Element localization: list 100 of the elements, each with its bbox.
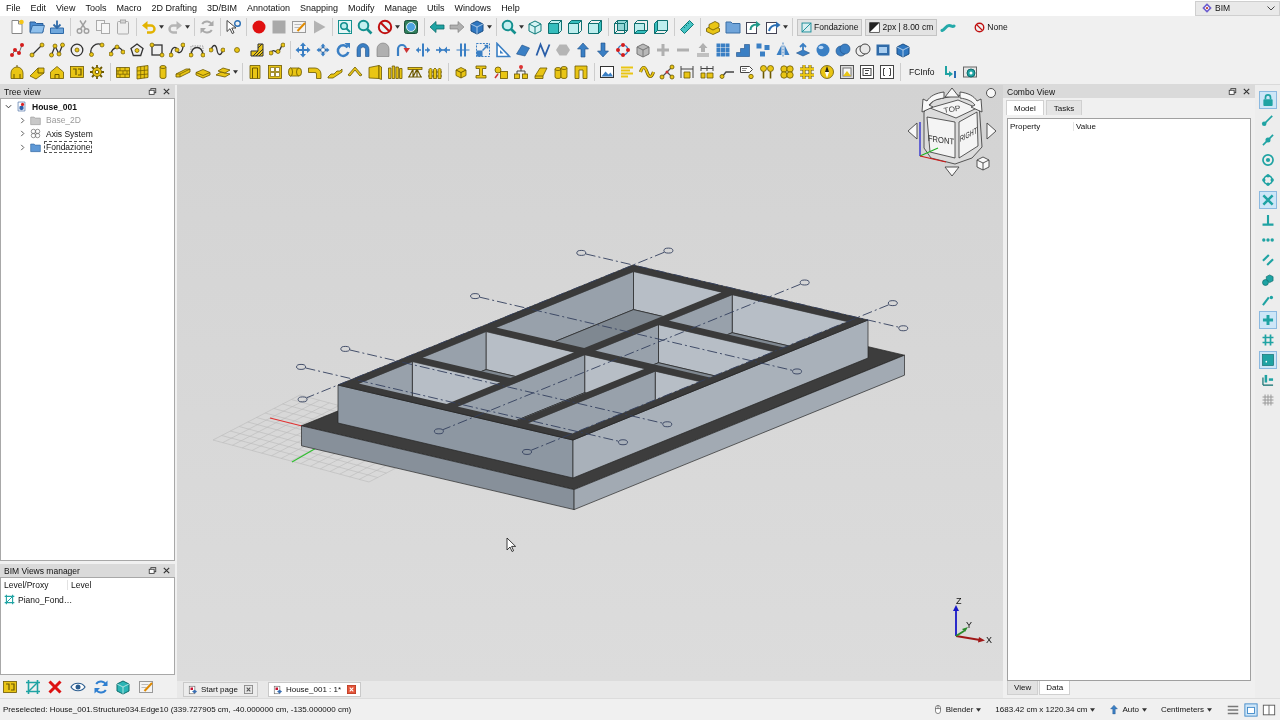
extrude-arrow-icon[interactable]	[795, 41, 811, 58]
tile-grid-icon[interactable]	[715, 41, 731, 58]
hatch-corner-icon[interactable]	[249, 41, 265, 58]
tree-item[interactable]: Axis System	[44, 127, 95, 140]
rotate-arrow-icon[interactable]	[335, 41, 351, 58]
tree-item[interactable]: Fondazione	[44, 141, 93, 154]
list-item[interactable]: Piano_Fond…	[18, 594, 73, 605]
cube-top-face-icon[interactable]	[567, 19, 583, 36]
overlapping-circles-icon[interactable]	[855, 41, 871, 58]
view-size-button[interactable]: 1683.42 cm x 1220.34 cm	[995, 705, 1096, 714]
circle-icon[interactable]	[69, 41, 85, 58]
menu-item[interactable]: Snapping	[295, 1, 344, 15]
node-points-icon[interactable]	[9, 41, 25, 58]
menu-item[interactable]: Utils	[422, 1, 450, 15]
close-icon[interactable]	[243, 685, 253, 694]
clustered-circles-icon[interactable]	[779, 64, 795, 81]
overlapping-spheres-icon[interactable]	[835, 41, 851, 58]
chevron-right-icon[interactable]	[19, 143, 26, 151]
cube-front-face-icon[interactable]	[547, 19, 563, 36]
sphere-icon[interactable]	[815, 41, 831, 58]
caret-icon[interactable]	[487, 25, 492, 30]
menu-item[interactable]: File	[1, 1, 26, 15]
zoom-box-icon[interactable]	[337, 19, 353, 36]
column-header[interactable]: Level	[68, 580, 134, 590]
rotate-left-icon[interactable]	[921, 91, 945, 113]
compass-icon[interactable]	[819, 64, 835, 81]
pointer-arrow-icon[interactable]	[225, 19, 241, 36]
panel-frame-icon[interactable]	[367, 64, 383, 81]
i-beam-icon[interactable]	[473, 64, 489, 81]
move-arrows-icon[interactable]	[295, 41, 311, 58]
vertical-bars-icon[interactable]	[387, 64, 403, 81]
workbench-dropdown[interactable]: BIM	[1195, 0, 1280, 16]
double-bar-icon[interactable]	[455, 41, 471, 58]
chevron-right-icon[interactable]	[19, 130, 26, 138]
cylinders-icon[interactable]	[553, 64, 569, 81]
gear-screen-icon[interactable]	[961, 64, 978, 81]
working-plane-button[interactable]: Fondazione	[797, 18, 863, 36]
menu-item[interactable]: Help	[496, 1, 525, 15]
close-icon[interactable]	[1242, 87, 1251, 96]
arc-icon[interactable]	[89, 41, 105, 58]
circular-array-icon[interactable]	[615, 41, 631, 58]
scissors-icon[interactable]	[75, 19, 91, 36]
menu-item[interactable]: 3D/BIM	[201, 1, 242, 15]
menu-item[interactable]: View	[51, 1, 81, 15]
circle-square-icon[interactable]	[493, 64, 509, 81]
menu-item[interactable]: Edit	[25, 1, 52, 15]
chevron-down-icon[interactable]	[5, 103, 12, 111]
clipboard-icon[interactable]	[115, 19, 131, 36]
window-icon[interactable]	[267, 64, 283, 81]
magnifier-icon[interactable]	[357, 19, 373, 36]
column-header[interactable]: Level/Proxy	[1, 580, 68, 590]
bordered-block-icon[interactable]	[859, 64, 875, 81]
square-icon[interactable]	[1258, 351, 1277, 369]
house-icon[interactable]	[49, 64, 65, 81]
menu-item[interactable]: 2D Drafting	[146, 1, 202, 15]
hatched-frame-icon[interactable]	[24, 679, 41, 695]
arch-icon[interactable]	[355, 41, 371, 58]
navigation-style-button[interactable]: Blender	[932, 704, 982, 715]
tree-item[interactable]: House_001	[30, 100, 79, 113]
unit-system-button[interactable]: Centimeters	[1160, 705, 1212, 714]
move-copy-icon[interactable]	[315, 41, 331, 58]
panel-tab[interactable]: Tasks	[1045, 100, 1083, 115]
ruler-icon[interactable]	[679, 19, 695, 36]
open-folder-icon[interactable]	[29, 19, 45, 36]
arrow-up-icon[interactable]	[944, 87, 960, 98]
bracket-frame-icon[interactable]	[69, 64, 85, 81]
float-window-icon[interactable]	[148, 87, 157, 96]
caret-icon[interactable]	[233, 70, 238, 75]
spline-points-icon[interactable]	[269, 41, 285, 58]
pencil-page-icon[interactable]	[138, 679, 155, 695]
box-icon[interactable]	[635, 41, 651, 58]
mirror-triangles-icon[interactable]	[775, 41, 791, 58]
circle-icon[interactable]	[986, 88, 996, 98]
plus-icon[interactable]	[1258, 311, 1277, 329]
menu-item[interactable]: Annotation	[241, 1, 295, 15]
scale-box-icon[interactable]	[475, 41, 491, 58]
wave-icon[interactable]	[639, 64, 655, 81]
ramp-icon[interactable]	[29, 64, 45, 81]
door-icon[interactable]	[247, 64, 263, 81]
export-page-icon[interactable]	[765, 19, 781, 36]
column-header[interactable]: Value	[1074, 121, 1139, 131]
bracket-frame-icon[interactable]	[2, 679, 18, 695]
cube-right-face-icon[interactable]	[587, 19, 603, 36]
refresh-icon[interactable]	[92, 679, 109, 695]
x-cross-icon[interactable]	[1258, 191, 1277, 209]
float-window-icon[interactable]	[148, 566, 157, 575]
panel-tab[interactable]: Data	[1039, 681, 1071, 695]
split-pane-icon[interactable]	[1262, 702, 1276, 717]
close-icon[interactable]	[162, 566, 171, 575]
pins-icon[interactable]	[759, 64, 775, 81]
panel-tab[interactable]: Model	[1006, 100, 1044, 115]
bordered-bracket-icon[interactable]	[879, 64, 895, 81]
rectangle-icon[interactable]	[149, 41, 165, 58]
delete-icon[interactable]	[47, 679, 64, 695]
close-icon[interactable]	[347, 685, 357, 694]
solid-cube-icon[interactable]	[469, 19, 485, 36]
caret-icon[interactable]	[519, 25, 524, 30]
arrow-left-icon[interactable]	[429, 19, 445, 36]
float-window-icon[interactable]	[1228, 87, 1237, 96]
document-tab[interactable]: Start page	[183, 682, 258, 697]
